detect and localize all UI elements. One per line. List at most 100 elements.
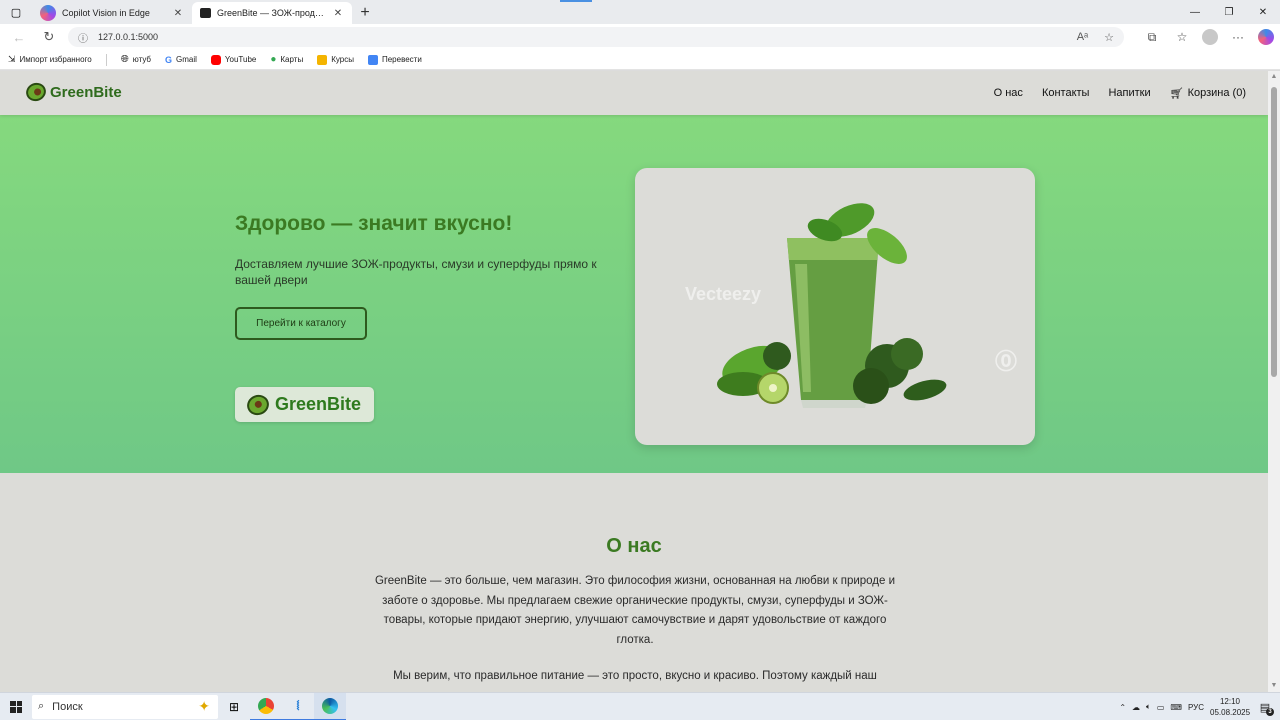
- bookmark-label: Импорт избранного: [19, 55, 92, 64]
- bookmark-label: ютуб: [132, 55, 151, 64]
- scroll-down-icon[interactable]: ▼: [1268, 680, 1280, 692]
- back-button[interactable]: ←: [4, 24, 34, 50]
- sparkle-icon: ✦: [198, 698, 210, 714]
- language-indicator[interactable]: РУС: [1188, 703, 1204, 712]
- toolbar-right: ⧉ ☆ ···: [1142, 24, 1274, 50]
- page-scrollbar[interactable]: ▲ ▼: [1268, 71, 1280, 692]
- tab-actions-icon: ▢: [10, 6, 22, 19]
- google-icon: G: [165, 54, 173, 65]
- extensions-icon[interactable]: ⧉: [1142, 27, 1162, 47]
- map-pin-icon: ●: [270, 54, 277, 65]
- tab-greenbite[interactable]: GreenBite — ЗОЖ-продукты ✕: [192, 2, 352, 24]
- tray-overflow-icon[interactable]: ⌃: [1119, 703, 1126, 712]
- about-paragraph-1: GreenBite — это больше, чем магазин. Это…: [374, 575, 896, 646]
- read-aloud-icon[interactable]: Aᵃ: [1077, 31, 1088, 44]
- bookmark-label: YouTube: [224, 55, 257, 64]
- tab-title: GreenBite — ЗОЖ-продукты: [217, 8, 326, 18]
- edge-taskbar-icon[interactable]: [314, 692, 346, 720]
- bookmark-label: Gmail: [176, 55, 197, 64]
- hero-image-card: Vecteezy ⓪: [635, 168, 1035, 445]
- site-logo[interactable]: GreenBite: [23, 80, 122, 104]
- more-menu-icon[interactable]: ···: [1228, 27, 1248, 47]
- site-header: GreenBite О нас Контакты Напитки 🛒︎ Корз…: [0, 71, 1268, 115]
- url-text[interactable]: 127.0.0.1:5000: [98, 32, 1067, 42]
- speaker-icon[interactable]: 🔈︎: [1146, 702, 1151, 712]
- reload-button[interactable]: ↻: [34, 24, 64, 50]
- clock[interactable]: 12:10 05.08.2025: [1210, 696, 1250, 718]
- about-section: О нас GreenBite — это больше, чем магази…: [0, 473, 1268, 692]
- copilot-button-icon[interactable]: [1258, 29, 1274, 45]
- maximize-icon[interactable]: ❐: [1212, 0, 1246, 24]
- cloud-icon[interactable]: ☁: [1132, 703, 1140, 712]
- chrome-taskbar-icon[interactable]: [250, 693, 282, 720]
- vscode-taskbar-icon[interactable]: ⧙: [282, 693, 314, 720]
- start-button[interactable]: [0, 693, 32, 720]
- main-nav: О нас Контакты Напитки 🛒︎ Корзина (0): [994, 71, 1246, 115]
- clock-time: 12:10: [1219, 697, 1241, 706]
- bookmark-youtube-ru[interactable]: 🌐︎ ютуб: [121, 54, 151, 65]
- about-title: О нас: [606, 535, 662, 557]
- address-bar-icons: Aᵃ ☆: [1077, 31, 1114, 44]
- badge-text: GreenBite: [275, 394, 362, 414]
- avocado-logo-icon: [244, 391, 272, 418]
- task-view-icon[interactable]: ⊞: [218, 693, 250, 720]
- copilot-icon: [40, 5, 56, 21]
- favorite-star-icon[interactable]: ☆: [1104, 31, 1114, 44]
- smoothie-image: [717, 203, 947, 408]
- hero-logo-badge: GreenBite: [235, 387, 374, 422]
- avocado-logo-icon: [23, 80, 49, 104]
- page-viewport: GreenBite О нас Контакты Напитки 🛒︎ Корз…: [0, 71, 1268, 692]
- close-tab-icon[interactable]: ✕: [332, 8, 344, 19]
- browser-toolbar: ← ↻ ⓘ 127.0.0.1:5000 Aᵃ ☆ ⧉ ☆ ···: [0, 24, 1280, 50]
- notifications-button[interactable]: ▤ 3: [1256, 698, 1274, 716]
- courses-icon: [317, 54, 328, 65]
- taskbar-search[interactable]: ⌕ Поиск ✦: [32, 694, 218, 719]
- edge-icon: [322, 697, 338, 714]
- window-controls: — ❐ ✕: [1178, 0, 1280, 24]
- scroll-thumb[interactable]: [1271, 87, 1277, 377]
- site-info-icon[interactable]: ⓘ: [78, 30, 88, 45]
- chrome-icon: [258, 697, 274, 714]
- windows-logo-icon: [10, 700, 22, 713]
- network-icon[interactable]: ▭: [1157, 703, 1165, 712]
- nav-contacts[interactable]: Контакты: [1042, 87, 1090, 99]
- logo-text: GreenBite: [50, 83, 122, 101]
- notification-count: 3: [1266, 708, 1274, 716]
- bookmark-separator: [105, 53, 107, 66]
- bookmark-courses[interactable]: Курсы: [317, 54, 354, 65]
- globe-icon: 🌐︎: [120, 54, 129, 65]
- favorites-icon[interactable]: ☆: [1172, 27, 1192, 47]
- tab-copilot-vision[interactable]: Copilot Vision in Edge ✕: [32, 2, 192, 24]
- nav-drinks[interactable]: Напитки: [1108, 87, 1150, 99]
- import-icon: ⇲: [8, 54, 16, 64]
- close-window-icon[interactable]: ✕: [1246, 0, 1280, 24]
- about-paragraph-2: Мы верим, что правильное питание — это п…: [393, 670, 877, 682]
- system-tray: ⌃ ☁ 🔈︎ ▭ ⌨ РУС 12:10 05.08.2025 ▤ 3: [1119, 693, 1280, 720]
- bookmark-label: Карты: [280, 55, 304, 64]
- catalog-button[interactable]: Перейти к каталогу: [235, 307, 367, 340]
- bookmark-import[interactable]: ⇲ Импорт избранного: [8, 54, 92, 65]
- close-tab-icon[interactable]: ✕: [172, 8, 184, 19]
- watermark-icon: ⓪: [995, 349, 1018, 374]
- browser-tab-strip: ▢ Copilot Vision in Edge ✕ GreenBite — З…: [0, 0, 1280, 24]
- cart-label: Корзина (0): [1187, 87, 1246, 99]
- new-tab-button[interactable]: +: [352, 2, 378, 24]
- bookmark-youtube[interactable]: YouTube: [210, 54, 257, 65]
- bookmark-label: Курсы: [331, 55, 354, 64]
- bookmark-label: Перевести: [381, 55, 422, 64]
- scroll-up-icon[interactable]: ▲: [1268, 71, 1280, 83]
- bookmark-translate[interactable]: Перевести: [367, 54, 422, 65]
- bookmark-maps[interactable]: ● Карты: [270, 54, 303, 65]
- nav-about[interactable]: О нас: [994, 87, 1023, 99]
- cart-icon: 🛒︎: [1169, 87, 1184, 100]
- address-bar[interactable]: ⓘ 127.0.0.1:5000 Aᵃ ☆: [68, 27, 1124, 47]
- search-icon: ⌕: [38, 700, 45, 712]
- bookmark-gmail[interactable]: G Gmail: [165, 55, 197, 65]
- clock-date: 05.08.2025: [1210, 708, 1251, 717]
- translate-icon: [367, 54, 378, 65]
- nav-cart[interactable]: 🛒︎ Корзина (0): [1170, 87, 1246, 100]
- minimize-icon[interactable]: —: [1178, 0, 1212, 24]
- keyboard-icon[interactable]: ⌨: [1170, 703, 1182, 712]
- tab-actions-button[interactable]: ▢: [0, 0, 32, 24]
- profile-avatar[interactable]: [1202, 29, 1218, 45]
